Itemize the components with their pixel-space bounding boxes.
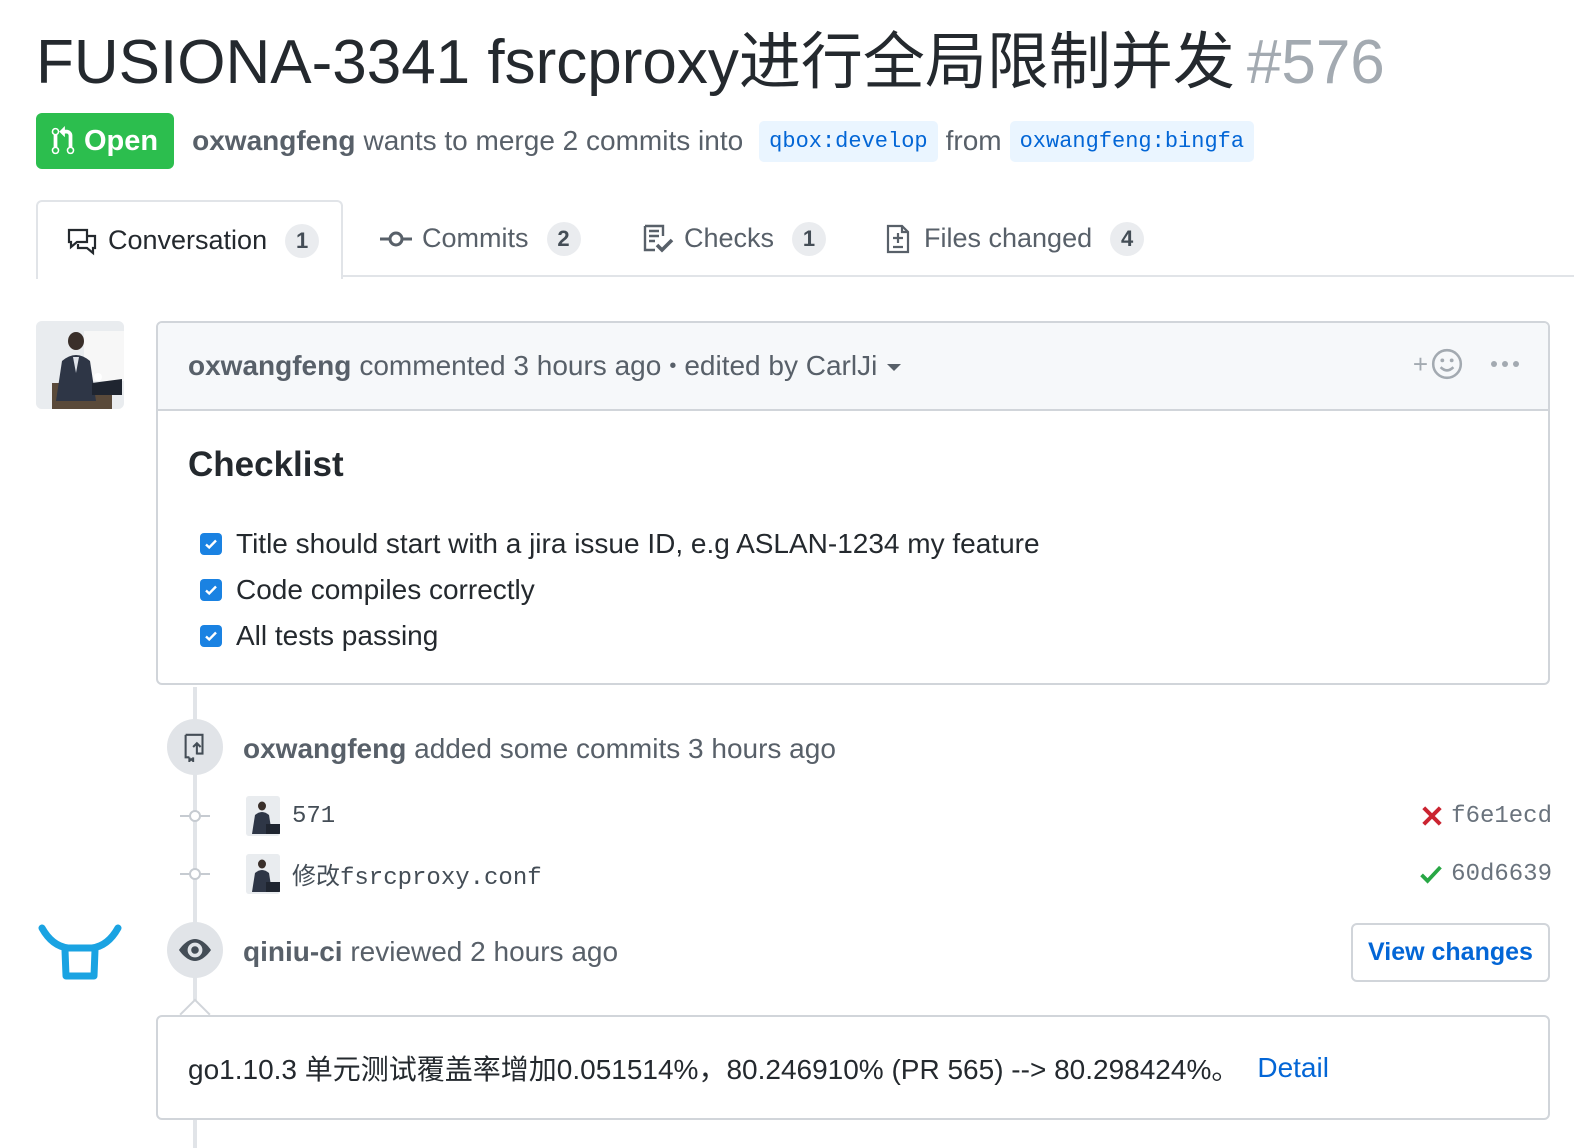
commit-sha-link[interactable]: 60d6639: [1451, 861, 1552, 888]
pr-merge-summary: oxwangfeng wants to merge 2 commits into…: [192, 120, 1262, 162]
tab-conversation[interactable]: Conversation 1: [36, 200, 343, 279]
repo-push-badge: [167, 719, 223, 775]
repo-push-icon: [184, 733, 204, 762]
commit-meta: f6e1ecd: [1421, 803, 1552, 830]
pr-author-link[interactable]: oxwangfeng: [192, 125, 355, 157]
commit-author-avatar[interactable]: [246, 854, 280, 894]
commit-row: 修改fsrcproxy.conf 60d6639: [180, 852, 1552, 896]
file-diff-icon: [886, 224, 910, 253]
task-item: Code compiles correctly: [188, 567, 1518, 613]
pr-meta: Open oxwangfeng wants to merge 2 commits…: [36, 113, 1262, 169]
author-avatar[interactable]: [36, 321, 124, 409]
commit-message-link[interactable]: 修改fsrcproxy.conf: [292, 856, 542, 892]
commit-message-link[interactable]: 571: [292, 803, 335, 830]
review-event-text: reviewed 2 hours ago: [350, 936, 619, 967]
review-event-summary: qiniu-ci reviewed 2 hours ago: [243, 936, 618, 968]
pr-title: FUSIONA-3341 fsrcproxy进行全局限制并发 #576: [36, 28, 1385, 98]
check-icon: [205, 585, 217, 596]
check-icon: [205, 631, 217, 642]
commit-row: 571 f6e1ecd: [180, 794, 1552, 838]
tab-commits[interactable]: Commits 2: [380, 200, 581, 277]
tab-files-changed-count: 4: [1110, 221, 1145, 256]
comment-edited-dropdown[interactable]: edited by CarlJi: [684, 350, 902, 382]
comment-body: Checklist Title should start with a jira…: [158, 411, 1548, 689]
smiley-icon: [1431, 348, 1463, 380]
pr-state-label: Open: [84, 124, 159, 157]
tab-checks-count: 1: [792, 221, 827, 256]
task-label: Title should start with a jira issue ID,…: [236, 528, 1040, 559]
comment-edited-label: edited by CarlJi: [684, 350, 878, 381]
caret-down-icon: [887, 364, 902, 372]
task-checkbox[interactable]: [200, 625, 222, 647]
plus-icon: +: [1412, 348, 1428, 379]
base-branch[interactable]: qbox:develop: [759, 120, 938, 162]
comment-timestamp[interactable]: commented 3 hours ago: [359, 350, 661, 382]
comment-author-link[interactable]: oxwangfeng: [188, 350, 351, 382]
x-icon[interactable]: [1421, 805, 1443, 827]
commits-event-text: added some commits 3 hours ago: [414, 733, 836, 764]
add-reaction-button[interactable]: +: [1413, 347, 1464, 381]
comment-header: oxwangfeng commented 3 hours ago • edite…: [158, 323, 1548, 411]
git-commit-icon: [180, 867, 210, 881]
tab-conversation-label: Conversation: [108, 225, 268, 255]
tab-commits-count: 2: [546, 221, 581, 256]
comment-actions: +: [1413, 347, 1520, 381]
from-text: from: [945, 125, 1002, 156]
task-label: Code compiles correctly: [236, 574, 535, 605]
checklist-heading: Checklist: [188, 445, 344, 484]
tab-checks-label: Checks: [684, 223, 775, 253]
tab-files-changed-label: Files changed: [924, 223, 1093, 253]
pr-number: #576: [1246, 28, 1385, 97]
commit-meta: 60d6639: [1419, 861, 1552, 888]
commit-author-avatar[interactable]: [246, 796, 280, 836]
tab-conversation-count: 1: [285, 223, 320, 258]
qiniu-logo-icon: [38, 924, 122, 980]
check-icon: [205, 539, 217, 550]
tab-commits-label: Commits: [422, 223, 529, 253]
pr-state-badge: Open: [36, 113, 175, 169]
tab-checks[interactable]: Checks 1: [642, 200, 827, 277]
task-item: All tests passing: [188, 613, 1518, 659]
git-commit-icon: [180, 809, 210, 823]
pr-tabs: Conversation 1 Commits 2 Checks 1 Files …: [36, 200, 1574, 279]
head-branch[interactable]: oxwangfeng:bingfa: [1009, 120, 1255, 162]
task-checkbox[interactable]: [200, 579, 222, 601]
git-commit-icon: [380, 231, 412, 246]
commits-event-summary: oxwangfeng added some commits 3 hours ag…: [243, 733, 836, 765]
pr-title-text: FUSIONA-3341 fsrcproxy进行全局限制并发: [36, 28, 1235, 97]
detail-link[interactable]: Detail: [1257, 1052, 1329, 1084]
merge-text: wants to merge 2 commits into: [363, 125, 744, 156]
comment-separator: •: [669, 354, 677, 377]
commit-sha-link[interactable]: f6e1ecd: [1451, 803, 1552, 830]
tab-files-changed[interactable]: Files changed 4: [882, 200, 1145, 277]
reviewer-avatar[interactable]: [38, 924, 122, 982]
task-label: All tests passing: [236, 620, 439, 651]
view-changes-button[interactable]: View changes: [1351, 923, 1550, 982]
task-checkbox[interactable]: [200, 533, 222, 555]
checklist-icon: [643, 224, 674, 253]
review-badge: [167, 922, 223, 978]
commits-event-author[interactable]: oxwangfeng: [243, 733, 406, 764]
kebab-horizontal-icon[interactable]: [1490, 359, 1520, 369]
review-comment: go1.10.3 单元测试覆盖率增加0.051514%，80.246910% (…: [156, 1015, 1550, 1120]
pr-description-comment: oxwangfeng commented 3 hours ago • edite…: [156, 321, 1550, 685]
eye-icon: [179, 939, 211, 961]
comment-discussion-icon: [67, 228, 97, 255]
check-icon[interactable]: [1419, 863, 1443, 885]
task-list: Title should start with a jira issue ID,…: [188, 521, 1518, 659]
git-pull-request-icon: [51, 126, 75, 155]
review-comment-text: go1.10.3 单元测试覆盖率增加0.051514%，80.246910% (…: [188, 1053, 1240, 1085]
task-item: Title should start with a jira issue ID,…: [188, 521, 1518, 567]
author-avatar-image: [36, 321, 124, 409]
review-author-link[interactable]: qiniu-ci: [243, 936, 343, 967]
